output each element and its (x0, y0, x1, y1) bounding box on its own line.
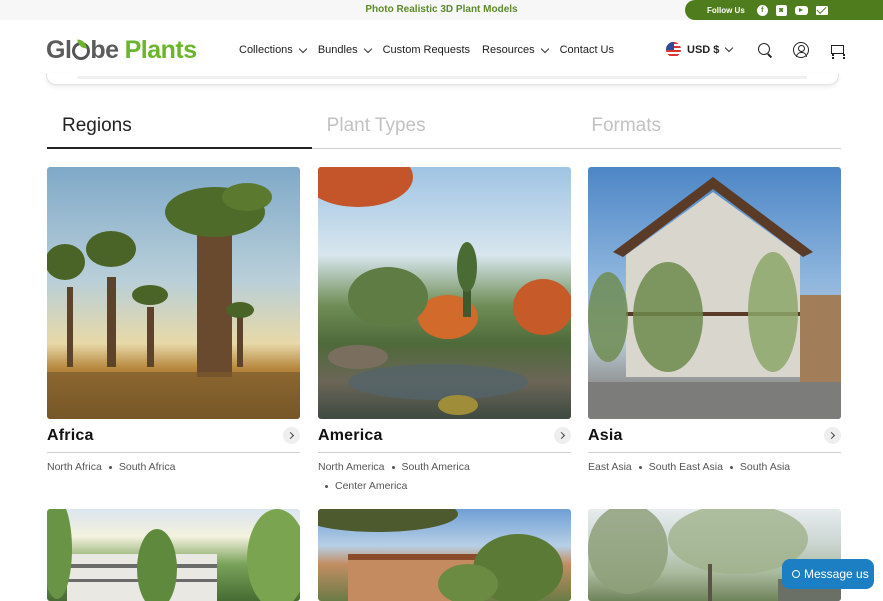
house-garden-illustration (588, 177, 841, 419)
subregion-list: East Asia South East Asia South Asia (588, 458, 841, 477)
subregion-link[interactable]: South Asia (740, 461, 790, 473)
subregion-link[interactable]: South America (402, 461, 470, 473)
chevron-right-icon[interactable] (283, 427, 300, 444)
nav-contact-us[interactable]: Contact Us (560, 44, 614, 56)
nav-resources[interactable]: Resources (482, 44, 549, 56)
region-card-asia[interactable]: Asia East Asia South East Asia South Asia (588, 167, 841, 477)
chevron-right-icon[interactable] (554, 427, 571, 444)
villa-illustration (318, 509, 563, 601)
chevron-right-icon[interactable] (824, 427, 841, 444)
main-nav: Collections Bundles Custom Requests Reso… (239, 44, 626, 56)
baobab-illustration (47, 183, 300, 419)
nav-bundles[interactable]: Bundles (318, 44, 372, 56)
africa-image[interactable] (47, 167, 300, 419)
card-title-row[interactable]: Africa (47, 419, 300, 453)
forest-pond-illustration (318, 167, 571, 415)
tab-plant-types[interactable]: Plant Types (312, 100, 577, 148)
bullet-separator (729, 465, 733, 469)
currency-selector[interactable]: USD $ (666, 42, 734, 57)
america-image[interactable] (318, 167, 571, 419)
chevron-down-icon (725, 43, 734, 53)
subregion-link[interactable]: South Africa (119, 461, 176, 473)
youtube-icon[interactable] (794, 5, 808, 15)
bullet-separator (325, 484, 328, 488)
social-follow-bar: Follow Us f ◙ (685, 0, 883, 20)
bullet-separator (638, 465, 642, 469)
subregion-link[interactable]: Center America (335, 480, 407, 492)
subregion-link[interactable]: North America (318, 461, 385, 473)
us-flag-icon (666, 42, 681, 57)
header-search-strip (46, 73, 839, 85)
bullet-separator (108, 465, 112, 469)
follow-us-label: Follow Us (707, 5, 745, 15)
region-card[interactable] (47, 509, 300, 601)
region-image[interactable] (47, 509, 300, 601)
subregion-list: North America South America Center America (318, 458, 571, 496)
region-title[interactable]: America (318, 427, 383, 445)
region-title[interactable]: Asia (588, 427, 623, 445)
chevron-down-icon (540, 44, 549, 53)
region-card-america[interactable]: America North America South America Center… (318, 167, 571, 496)
tab-formats[interactable]: Formats (576, 100, 841, 148)
region-image[interactable] (318, 509, 571, 601)
subregion-link[interactable]: North Africa (47, 461, 102, 473)
subregion-link[interactable]: East Asia (588, 461, 632, 473)
instagram-icon[interactable]: ◙ (775, 4, 787, 16)
region-card[interactable] (318, 509, 571, 601)
region-title[interactable]: Africa (47, 427, 94, 445)
chevron-down-icon (298, 44, 308, 53)
subregion-list: North Africa South Africa (47, 458, 300, 477)
nav-collections[interactable]: Collections (239, 44, 308, 56)
chat-icon (792, 570, 800, 578)
site-logo[interactable]: Gl be Plants (46, 36, 197, 65)
nav-custom-requests[interactable]: Custom Requests (383, 44, 470, 56)
globe-leaf-icon (72, 41, 91, 60)
modern-building-illustration (47, 509, 300, 601)
message-us-button[interactable]: Message us (782, 559, 874, 589)
region-card-africa[interactable]: Africa North Africa South Africa (47, 167, 300, 477)
mail-icon[interactable] (815, 5, 828, 15)
chevron-down-icon (363, 44, 372, 53)
tab-regions[interactable]: Regions (47, 100, 312, 149)
search-icon[interactable] (757, 42, 773, 58)
facebook-icon[interactable]: f (756, 4, 768, 16)
card-title-row[interactable]: America (318, 419, 571, 453)
announcement-bar: Photo Realistic 3D Plant Models Follow U… (0, 0, 883, 20)
card-title-row[interactable]: Asia (588, 419, 841, 453)
subregion-link[interactable]: South East Asia (649, 461, 723, 473)
asia-image[interactable] (588, 167, 841, 419)
category-tabs: Regions Plant Types Formats (47, 100, 841, 149)
account-icon[interactable] (793, 42, 809, 58)
bullet-separator (391, 465, 395, 469)
cart-icon[interactable] (829, 42, 845, 58)
